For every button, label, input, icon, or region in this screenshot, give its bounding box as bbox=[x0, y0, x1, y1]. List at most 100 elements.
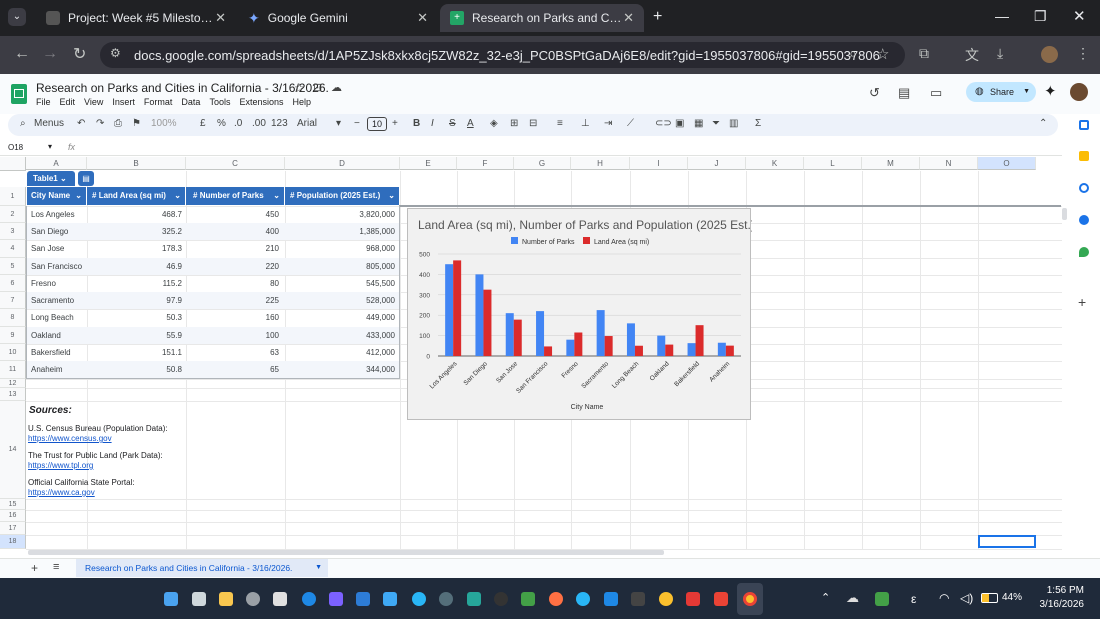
all-sheets-icon[interactable]: ≡ bbox=[53, 561, 59, 573]
column-header-B[interactable]: B bbox=[87, 157, 186, 170]
table-cell[interactable]: San Jose bbox=[31, 240, 85, 257]
column-header-E[interactable]: E bbox=[400, 157, 457, 170]
strikethrough-button[interactable]: S bbox=[449, 118, 456, 129]
table-cell[interactable]: 50.8 bbox=[87, 361, 182, 378]
zoom-icon[interactable]: ⌕ bbox=[849, 45, 857, 62]
table-cell[interactable]: Anaheim bbox=[31, 361, 85, 378]
source-link[interactable]: https://www.census.gov bbox=[28, 434, 198, 444]
version-history-icon[interactable]: ↺ bbox=[869, 85, 880, 101]
table-cell[interactable]: 968,000 bbox=[285, 240, 395, 257]
bar-land-area-anaheim[interactable] bbox=[725, 345, 734, 356]
decrease-decimal[interactable]: .0 bbox=[234, 118, 242, 129]
wifi-icon[interactable]: ◠ bbox=[939, 591, 949, 605]
table-view-icon[interactable]: ▤ bbox=[78, 171, 94, 186]
browser-tab-gemini[interactable]: ✦ Google Gemini ✕ bbox=[238, 4, 438, 32]
row-header-5[interactable]: 5 bbox=[0, 258, 26, 275]
column-header-I[interactable]: I bbox=[630, 157, 688, 170]
table-cell[interactable]: 412,000 bbox=[285, 344, 395, 361]
bar-parks-bakersfield[interactable] bbox=[687, 343, 696, 356]
translate-icon[interactable]: 文 bbox=[965, 45, 979, 65]
app-icon[interactable] bbox=[631, 592, 645, 606]
bar-land-area-san-diego[interactable] bbox=[483, 289, 492, 356]
table-cell[interactable]: Long Beach bbox=[31, 309, 85, 326]
bar-parks-los-angeles[interactable] bbox=[445, 264, 454, 356]
row-header-17[interactable]: 17 bbox=[0, 522, 26, 535]
row-header-6[interactable]: 6 bbox=[0, 275, 26, 292]
row-header-14[interactable]: 14 bbox=[0, 401, 26, 499]
table-cell[interactable]: 1,385,000 bbox=[285, 223, 395, 240]
download-icon[interactable]: ⤓ bbox=[997, 45, 1003, 62]
table-header-population[interactable]: # Population (2025 Est.) ⌄ bbox=[285, 187, 399, 205]
table-cell[interactable]: 80 bbox=[186, 275, 279, 292]
table-cell[interactable]: 344,000 bbox=[285, 361, 395, 378]
horizontal-scrollbar[interactable] bbox=[28, 550, 664, 555]
star-icon[interactable]: ☆ bbox=[294, 81, 305, 95]
collapse-toolbar-icon[interactable]: ⌃ bbox=[1039, 118, 1047, 129]
name-box[interactable]: O18 bbox=[8, 143, 23, 152]
meet-icon[interactable]: ▭ bbox=[930, 85, 942, 101]
font-size-increase[interactable]: + bbox=[392, 118, 398, 129]
table-cell[interactable]: Fresno bbox=[31, 275, 85, 292]
bar-parks-fresno[interactable] bbox=[566, 339, 575, 356]
gmail-icon[interactable] bbox=[714, 592, 728, 606]
zoom-select[interactable]: 100% bbox=[151, 118, 177, 129]
table-cell[interactable]: 400 bbox=[186, 223, 279, 240]
restore-icon[interactable]: ❐ bbox=[1034, 8, 1047, 25]
new-tab-button[interactable]: + bbox=[653, 8, 662, 26]
youtube-icon[interactable] bbox=[686, 592, 700, 606]
insert-link-icon[interactable]: ⊂⊃ bbox=[655, 118, 672, 129]
browser-tab-sheets[interactable]: + Research on Parks and Cities in ✕ bbox=[440, 4, 644, 32]
italic-button[interactable]: I bbox=[431, 118, 434, 129]
filter-views-icon[interactable]: ▥ bbox=[729, 118, 738, 129]
volume-icon[interactable]: ◁) bbox=[960, 591, 973, 605]
add-addon-icon[interactable]: + bbox=[1078, 294, 1086, 310]
clock-date[interactable]: 3/16/2026 bbox=[1034, 599, 1085, 610]
paint-format-icon[interactable]: ⚑ bbox=[132, 118, 141, 129]
start-icon[interactable] bbox=[164, 592, 178, 606]
chevron-down-icon[interactable]: ▾ bbox=[48, 142, 52, 151]
vertical-align-icon[interactable]: ⊥ bbox=[581, 118, 590, 129]
menus-search[interactable]: Menus bbox=[34, 118, 64, 129]
firefox-icon[interactable] bbox=[549, 592, 563, 606]
filter-icon[interactable]: ⏷ bbox=[712, 118, 720, 129]
selected-cell-O18[interactable] bbox=[978, 535, 1036, 548]
app-icon[interactable] bbox=[494, 592, 508, 606]
redo-icon[interactable]: ↷ bbox=[96, 118, 104, 129]
bar-land-area-san-jose[interactable] bbox=[513, 319, 522, 356]
bar-land-area-bakersfield[interactable] bbox=[695, 325, 704, 356]
contacts-icon[interactable] bbox=[1079, 215, 1089, 225]
menu-insert[interactable]: Insert bbox=[112, 97, 135, 107]
column-header-O[interactable]: O bbox=[978, 157, 1036, 170]
table-cell[interactable]: Oakland bbox=[31, 327, 85, 344]
clock-time[interactable]: 1:56 PM bbox=[1034, 585, 1084, 596]
borders-icon[interactable]: ⊞ bbox=[510, 118, 518, 129]
row-header-15[interactable]: 15 bbox=[0, 499, 26, 510]
keep-icon[interactable] bbox=[1079, 151, 1089, 161]
row-header-11[interactable]: 11 bbox=[0, 361, 26, 379]
table-cell[interactable]: 468.7 bbox=[87, 206, 182, 223]
maps-icon[interactable] bbox=[1079, 247, 1089, 257]
menu-format[interactable]: Format bbox=[144, 97, 173, 107]
row-header-4[interactable]: 4 bbox=[0, 240, 26, 258]
row-header-3[interactable]: 3 bbox=[0, 223, 26, 240]
text-rotation-icon[interactable]: ⟋ bbox=[627, 118, 634, 129]
table-cell[interactable]: Bakersfield bbox=[31, 344, 85, 361]
bar-parks-long-beach[interactable] bbox=[626, 323, 635, 356]
bar-land-area-fresno[interactable] bbox=[574, 332, 583, 356]
bar-parks-san-francisco[interactable] bbox=[536, 311, 545, 356]
table-cell[interactable]: 3,820,000 bbox=[285, 206, 395, 223]
font-select[interactable]: Arial bbox=[297, 118, 317, 129]
comments-icon[interactable]: ▤ bbox=[898, 85, 910, 101]
ime-icon[interactable]: ε bbox=[911, 592, 916, 606]
chevron-down-icon[interactable]: ⌄ bbox=[174, 187, 181, 205]
source-link[interactable]: https://www.tpl.org bbox=[28, 461, 198, 471]
chevron-down-icon[interactable]: ▼ bbox=[1023, 82, 1030, 102]
chrome-icon[interactable] bbox=[659, 592, 673, 606]
table-cell[interactable]: Sacramento bbox=[31, 292, 85, 309]
table-name-chip[interactable]: Table1 ⌄ bbox=[27, 171, 75, 186]
sheet-tab-active[interactable]: Research on Parks and Cities in Californ… bbox=[76, 559, 328, 577]
chevron-down-icon[interactable]: ▼ bbox=[315, 559, 322, 577]
chevron-down-icon[interactable]: ⌄ bbox=[75, 187, 82, 205]
column-header-C[interactable]: C bbox=[186, 157, 285, 170]
row-header-18[interactable]: 18 bbox=[0, 535, 26, 549]
